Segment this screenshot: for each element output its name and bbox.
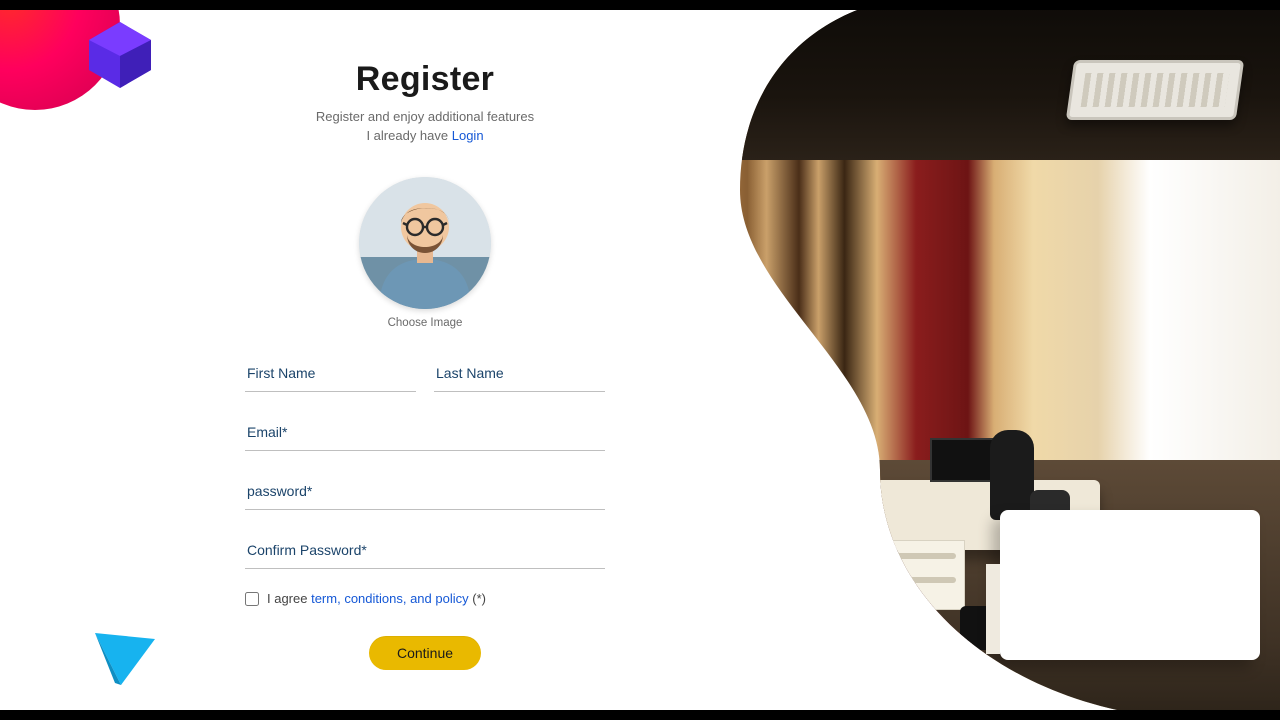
register-panel: Register Register and enjoy additional f… bbox=[245, 60, 605, 670]
letterbox-top bbox=[0, 0, 1280, 10]
choose-image-label: Choose Image bbox=[359, 317, 491, 329]
page-subtitle: Register and enjoy additional features bbox=[245, 109, 605, 124]
continue-button[interactable]: Continue bbox=[369, 636, 481, 670]
login-link[interactable]: Login bbox=[452, 128, 484, 143]
agree-prefix: I agree bbox=[267, 591, 311, 606]
terms-link[interactable]: term, conditions, and policy bbox=[311, 591, 469, 606]
avatar-picker[interactable] bbox=[359, 177, 491, 309]
page-title: Register bbox=[245, 60, 605, 99]
confirm-password-input[interactable] bbox=[245, 532, 605, 569]
email-input[interactable] bbox=[245, 414, 605, 451]
last-name-input[interactable] bbox=[434, 355, 605, 392]
decor-triangle bbox=[95, 633, 155, 685]
register-form: I agree term, conditions, and policy (*)… bbox=[245, 355, 605, 670]
agree-suffix: (*) bbox=[469, 591, 486, 606]
hero-image bbox=[630, 0, 1280, 720]
agree-checkbox[interactable] bbox=[245, 592, 259, 606]
first-name-input[interactable] bbox=[245, 355, 416, 392]
agree-row[interactable]: I agree term, conditions, and policy (*) bbox=[245, 591, 605, 606]
already-have-prefix: I already have bbox=[366, 128, 451, 143]
already-have: I already have Login bbox=[245, 128, 605, 143]
password-input[interactable] bbox=[245, 473, 605, 510]
decor-cube bbox=[85, 20, 155, 90]
letterbox-bottom bbox=[0, 710, 1280, 720]
